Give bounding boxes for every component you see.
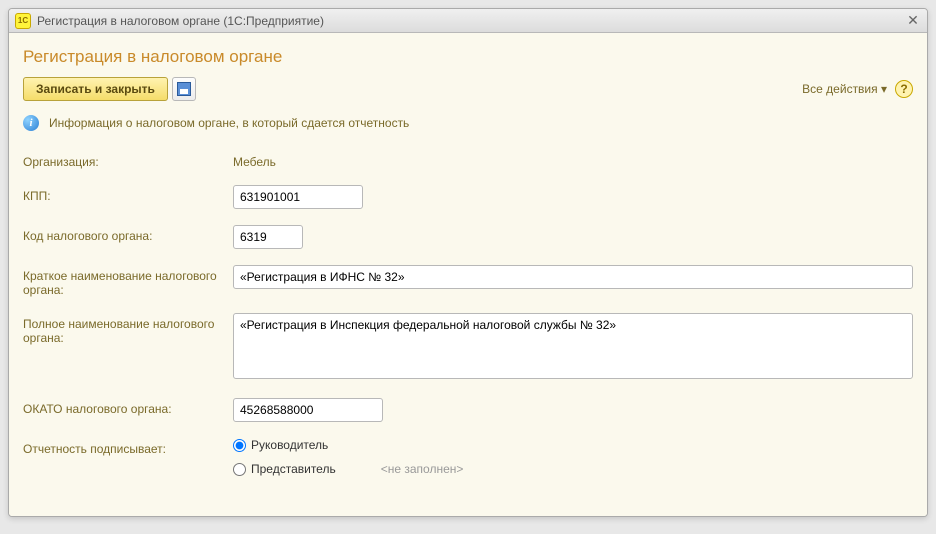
toolbar: Записать и закрыть Все действия ▾ ? [23, 77, 913, 101]
close-icon[interactable]: ✕ [905, 13, 921, 29]
signer-rep-radio[interactable] [233, 463, 246, 476]
short-name-label: Краткое наименование налогового органа: [23, 265, 233, 297]
kpp-label: КПП: [23, 185, 233, 203]
signer-head-label: Руководитель [251, 438, 328, 452]
titlebar: 1С Регистрация в налоговом органе (1С:Пр… [9, 9, 927, 33]
content-area: Регистрация в налоговом органе Записать … [9, 33, 927, 516]
okato-label: ОКАТО налогового органа: [23, 398, 233, 416]
signer-head-radio[interactable] [233, 439, 246, 452]
okato-input[interactable] [233, 398, 383, 422]
info-text: Информация о налоговом органе, в который… [49, 116, 409, 130]
full-name-textarea[interactable] [233, 313, 913, 379]
short-name-input[interactable] [233, 265, 913, 289]
help-button[interactable]: ? [895, 80, 913, 98]
organization-label: Организация: [23, 151, 233, 169]
app-window: 1С Регистрация в налоговом органе (1С:Пр… [8, 8, 928, 517]
page-title: Регистрация в налоговом органе [23, 47, 913, 67]
tax-code-label: Код налогового органа: [23, 225, 233, 243]
save-and-close-button[interactable]: Записать и закрыть [23, 77, 168, 101]
kpp-input[interactable] [233, 185, 363, 209]
organization-value: Мебель [233, 151, 276, 169]
tax-code-input[interactable] [233, 225, 303, 249]
disk-icon [177, 82, 191, 96]
signer-rep-placeholder: <не заполнен> [381, 462, 464, 476]
signer-rep-label: Представитель [251, 462, 336, 476]
window-title: Регистрация в налоговом органе (1С:Предп… [37, 14, 899, 28]
signer-label: Отчетность подписывает: [23, 438, 233, 456]
all-actions-dropdown[interactable]: Все действия ▾ [802, 82, 887, 96]
app-icon: 1С [15, 13, 31, 29]
info-banner: i Информация о налоговом органе, в котор… [23, 115, 913, 131]
info-icon: i [23, 115, 39, 131]
save-button[interactable] [172, 77, 196, 101]
full-name-label: Полное наименование налогового органа: [23, 313, 233, 345]
